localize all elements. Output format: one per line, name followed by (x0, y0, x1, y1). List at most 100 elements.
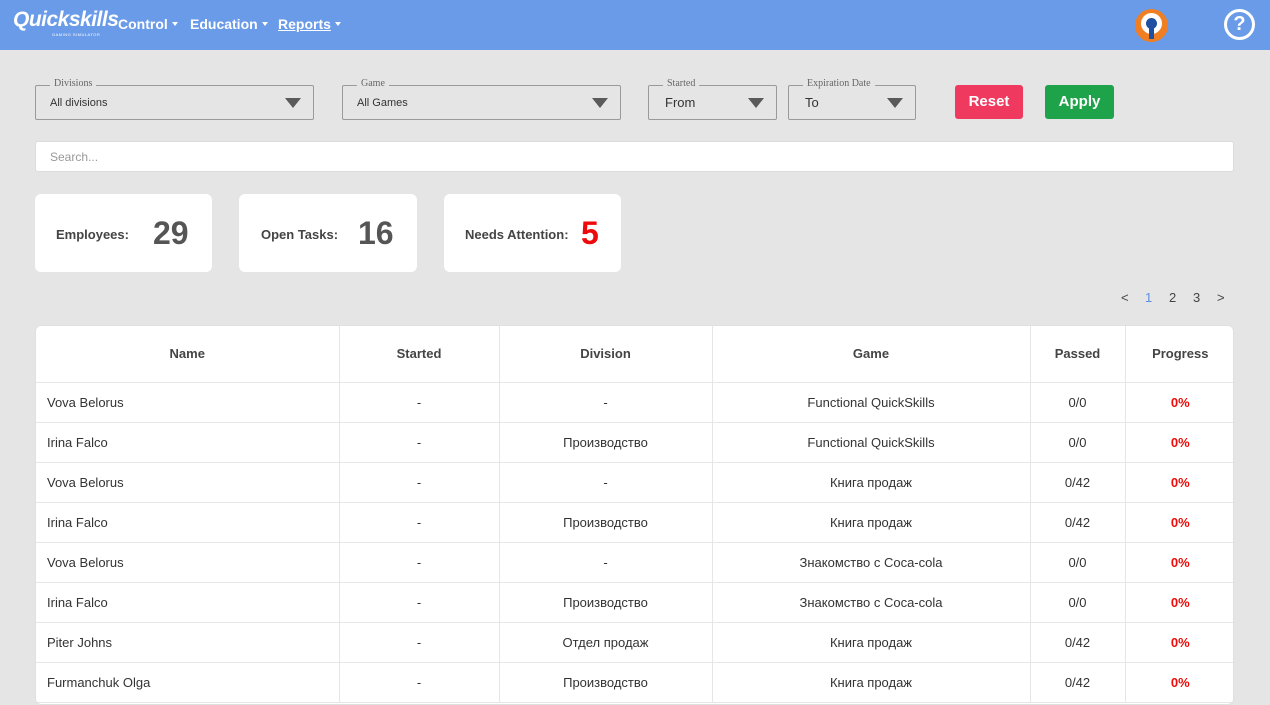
table-row[interactable]: Vova Belorus - - Functional QuickSkills … (36, 382, 1233, 423)
cell-division: - (499, 382, 713, 423)
pagination-page-2[interactable]: 2 (1169, 290, 1176, 306)
nav-education-label: Education (190, 16, 258, 32)
table-header-row: Name Started Division Game Passed Progre… (36, 326, 1233, 383)
expiration-value: To (805, 95, 819, 110)
expiration-date-select[interactable]: Expiration Date To (788, 78, 916, 120)
cell-name: Vova Belorus (36, 542, 340, 583)
cell-name: Irina Falco (36, 422, 340, 463)
cell-progress: 0% (1125, 422, 1233, 463)
employees-value: 29 (153, 215, 189, 251)
search-input[interactable] (35, 141, 1234, 172)
pagination-prev[interactable]: < (1121, 290, 1129, 306)
cell-name: Irina Falco (36, 502, 340, 543)
divisions-legend: Divisions (50, 78, 97, 90)
cell-division: Производство (499, 422, 713, 463)
table-row[interactable]: Irina Falco - Производство Книга продаж … (36, 502, 1233, 543)
table-row[interactable]: Vova Belorus - - Знакомство с Coca-cola … (36, 542, 1233, 583)
cell-progress: 0% (1125, 502, 1233, 543)
help-icon[interactable]: ? (1224, 9, 1255, 40)
dropdown-arrow-icon (748, 98, 764, 108)
cell-game: Functional QuickSkills (712, 382, 1031, 423)
needs-attention-value: 5 (581, 215, 599, 251)
cell-name: Furmanchuk Olga (36, 662, 340, 703)
cell-division: - (499, 462, 713, 503)
cell-progress: 0% (1125, 662, 1233, 703)
cell-name: Vova Belorus (36, 462, 340, 503)
pagination-page-1[interactable]: 1 (1145, 290, 1152, 306)
apply-button[interactable]: Apply (1045, 85, 1114, 119)
table-row[interactable]: Vova Belorus - - Книга продаж 0/42 0% (36, 462, 1233, 503)
game-value: All Games (357, 97, 408, 109)
pagination-page-3[interactable]: 3 (1193, 290, 1200, 306)
cell-started: - (339, 542, 500, 583)
nav-reports[interactable]: Reports (278, 16, 341, 33)
cell-passed: 0/0 (1030, 422, 1126, 463)
employees-card: Employees: 29 (35, 194, 212, 272)
column-header-progress[interactable]: Progress (1125, 326, 1233, 383)
table-row[interactable]: Irina Falco - Производство Functional Qu… (36, 422, 1233, 463)
table-row[interactable]: Furmanchuk Olga - Производство Книга про… (36, 662, 1233, 703)
cell-division: - (499, 542, 713, 583)
cell-name: Irina Falco (36, 582, 340, 623)
column-header-started[interactable]: Started (339, 326, 500, 383)
reset-button[interactable]: Reset (955, 85, 1023, 119)
dropdown-arrow-icon (592, 98, 608, 108)
caret-down-icon (261, 22, 268, 26)
logo-subtitle: GAMING SIMULATOR (52, 32, 101, 37)
cell-name: Vova Belorus (36, 382, 340, 423)
open-tasks-value: 16 (358, 215, 394, 251)
cell-game: Знакомство с Coca-cola (712, 542, 1031, 583)
started-value: From (665, 95, 696, 110)
cell-division: Производство (499, 502, 713, 543)
column-header-passed[interactable]: Passed (1030, 326, 1126, 383)
column-header-game[interactable]: Game (712, 326, 1031, 383)
needs-attention-label: Needs Attention: (465, 227, 569, 242)
game-select[interactable]: Game All Games (342, 78, 621, 120)
employees-label: Employees: (56, 227, 129, 242)
cell-started: - (339, 582, 500, 623)
table-row[interactable]: Piter Johns - Отдел продаж Книга продаж … (36, 622, 1233, 663)
open-tasks-card: Open Tasks: 16 (239, 194, 417, 272)
started-select[interactable]: Started From (648, 78, 777, 120)
expiration-legend: Expiration Date (803, 78, 875, 90)
cell-passed: 0/42 (1030, 622, 1126, 663)
nav-control[interactable]: Control (118, 16, 178, 33)
table-row[interactable]: Irina Falco - Производство Знакомство с … (36, 582, 1233, 623)
caret-down-icon (171, 22, 178, 26)
nav-control-label: Control (118, 16, 168, 32)
pagination-next[interactable]: > (1217, 290, 1225, 306)
cell-game: Книга продаж (712, 502, 1031, 543)
top-navbar: Quickskills GAMING SIMULATOR Control Edu… (0, 0, 1270, 50)
cell-progress: 0% (1125, 542, 1233, 583)
needs-attention-card: Needs Attention: 5 (444, 194, 621, 272)
column-header-name[interactable]: Name (36, 326, 340, 383)
cell-started: - (339, 662, 500, 703)
cell-started: - (339, 382, 500, 423)
cell-division: Отдел продаж (499, 622, 713, 663)
quickskills-logo[interactable]: Quickskills (13, 9, 119, 31)
cell-started: - (339, 622, 500, 663)
nav-reports-label: Reports (278, 16, 331, 32)
cell-game: Книга продаж (712, 462, 1031, 503)
nav-education[interactable]: Education (190, 16, 268, 33)
started-legend: Started (663, 78, 700, 90)
cell-progress: 0% (1125, 462, 1233, 503)
column-header-division[interactable]: Division (499, 326, 713, 383)
cell-passed: 0/0 (1030, 542, 1126, 583)
divisions-select[interactable]: Divisions All divisions (35, 78, 314, 120)
cell-started: - (339, 462, 500, 503)
cell-division: Производство (499, 662, 713, 703)
avatar-keyhole-stem (1149, 25, 1154, 39)
cell-game: Знакомство с Coca-cola (712, 582, 1031, 623)
cell-passed: 0/42 (1030, 662, 1126, 703)
cell-passed: 0/42 (1030, 502, 1126, 543)
dropdown-arrow-icon (285, 98, 301, 108)
cell-progress: 0% (1125, 382, 1233, 423)
cell-progress: 0% (1125, 622, 1233, 663)
cell-division: Производство (499, 582, 713, 623)
user-avatar-icon[interactable] (1135, 9, 1168, 42)
report-table: Name Started Division Game Passed Progre… (36, 326, 1233, 703)
divisions-value: All divisions (50, 97, 108, 109)
caret-down-icon (334, 22, 341, 26)
cell-started: - (339, 422, 500, 463)
